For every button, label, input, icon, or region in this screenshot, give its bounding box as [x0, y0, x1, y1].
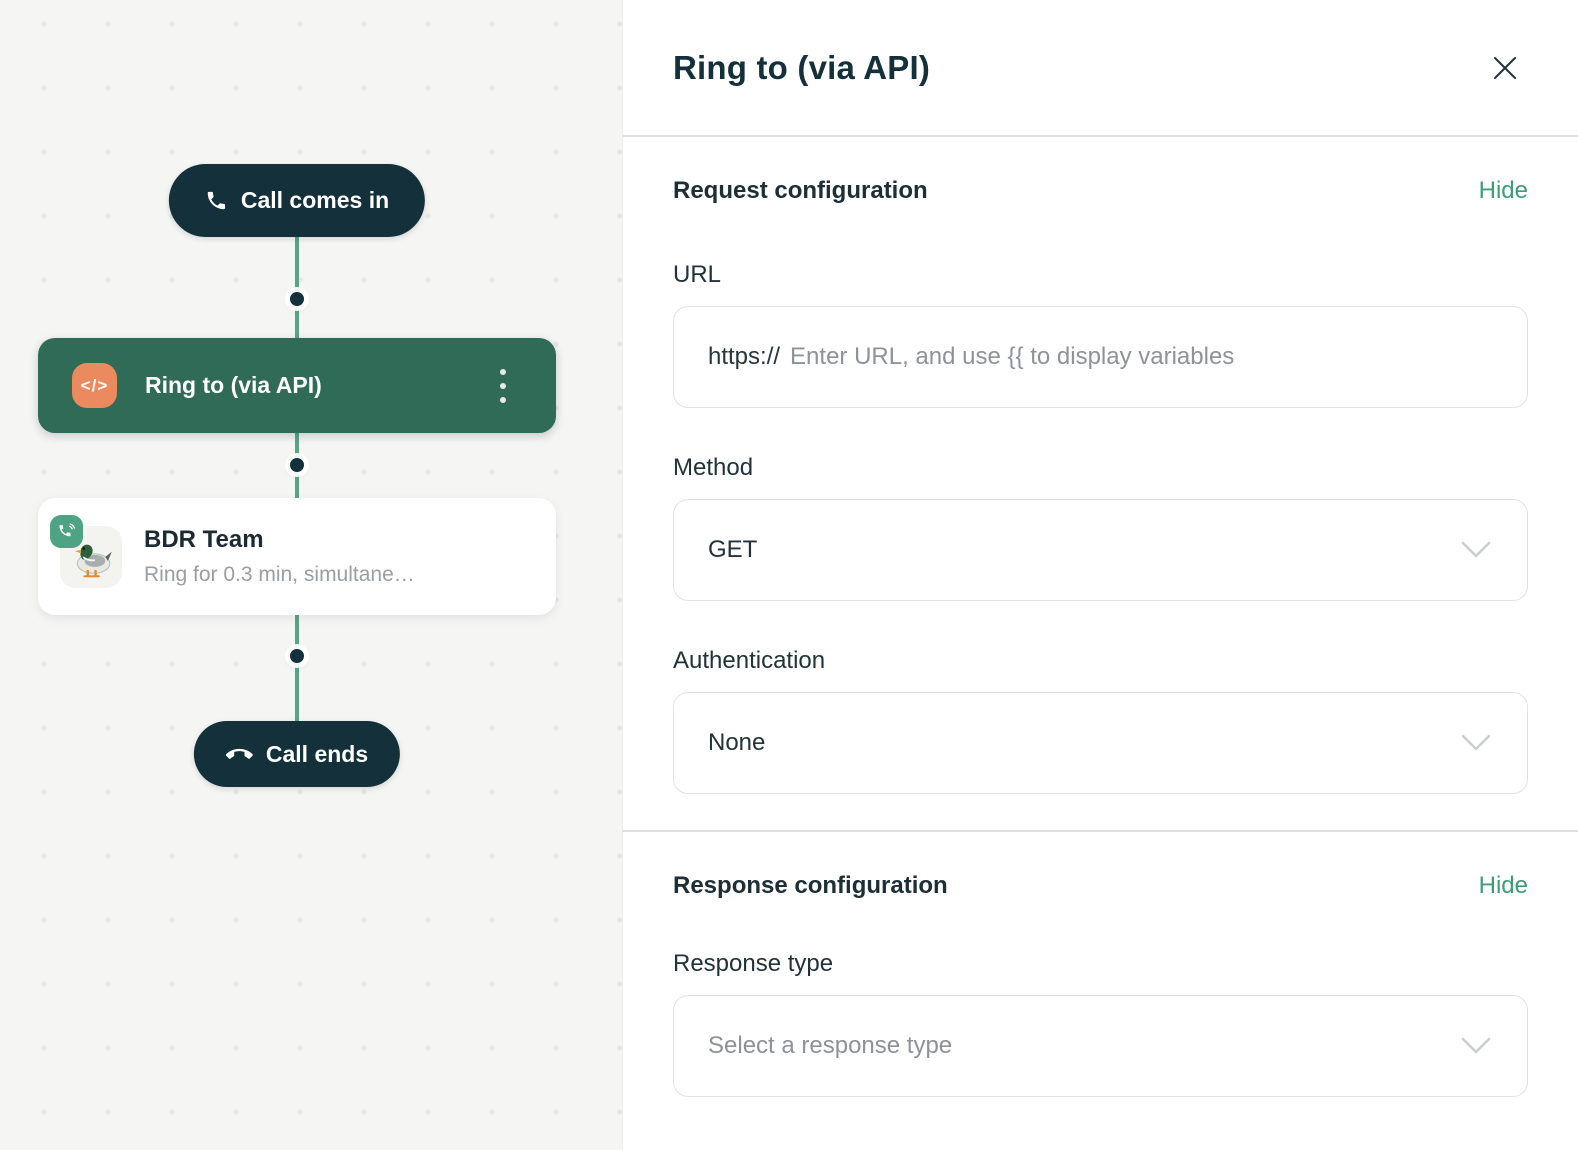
call-comes-in-node[interactable]: Call comes in: [169, 164, 425, 237]
chevron-down-icon: [1459, 1036, 1493, 1056]
phone-down-icon: [226, 741, 253, 768]
ring-to-api-label: Ring to (via API): [145, 372, 494, 399]
response-hide-link[interactable]: Hide: [1479, 872, 1528, 900]
url-label: URL: [673, 261, 1528, 289]
chevron-down-icon: [1459, 733, 1493, 753]
url-input[interactable]: [790, 343, 1493, 371]
method-select[interactable]: GET: [673, 499, 1528, 601]
response-configuration-heading: Response configuration: [673, 872, 948, 900]
bdr-team-subtitle: Ring for 0.3 min, simultane…: [144, 563, 415, 587]
url-prefix: https://: [708, 343, 780, 371]
request-hide-link[interactable]: Hide: [1479, 177, 1528, 205]
connector-add-node[interactable]: [290, 458, 304, 472]
flow-connector-line: [295, 200, 299, 754]
node-config-panel: Ring to (via API) Request configuration …: [622, 0, 1578, 1150]
response-type-select[interactable]: Select a response type: [673, 995, 1528, 1097]
request-configuration-heading: Request configuration: [673, 177, 928, 205]
connector-add-node[interactable]: [290, 292, 304, 306]
code-icon: </>: [72, 363, 117, 408]
authentication-value: None: [708, 729, 765, 757]
authentication-label: Authentication: [673, 647, 1528, 675]
panel-title: Ring to (via API): [673, 49, 930, 87]
call-ends-label: Call ends: [266, 741, 368, 768]
method-label: Method: [673, 454, 1528, 482]
connector-add-node[interactable]: [290, 649, 304, 663]
call-ends-node[interactable]: Call ends: [194, 721, 400, 787]
call-comes-in-label: Call comes in: [241, 187, 389, 214]
panel-header: Ring to (via API): [623, 0, 1578, 137]
bdr-team-title: BDR Team: [144, 526, 415, 554]
close-button[interactable]: [1482, 45, 1528, 91]
url-field[interactable]: https://: [673, 306, 1528, 408]
response-type-placeholder: Select a response type: [708, 1032, 952, 1060]
close-icon: [1488, 51, 1522, 85]
ring-to-api-node[interactable]: </> Ring to (via API): [38, 338, 556, 433]
phone-icon: [205, 189, 228, 212]
flow-canvas[interactable]: Call comes in </> Ring to (via API): [0, 0, 622, 1150]
response-configuration-section: Response configuration Hide Response typ…: [623, 832, 1578, 1097]
method-value: GET: [708, 536, 757, 564]
chevron-down-icon: [1459, 540, 1493, 560]
bdr-team-node[interactable]: BDR Team Ring for 0.3 min, simultane…: [38, 498, 556, 615]
ringing-phone-badge-icon: [50, 515, 83, 548]
response-type-label: Response type: [673, 950, 1528, 978]
node-menu-button[interactable]: [494, 363, 512, 409]
authentication-select[interactable]: None: [673, 692, 1528, 794]
request-configuration-section: Request configuration Hide URL https:// …: [623, 137, 1578, 794]
